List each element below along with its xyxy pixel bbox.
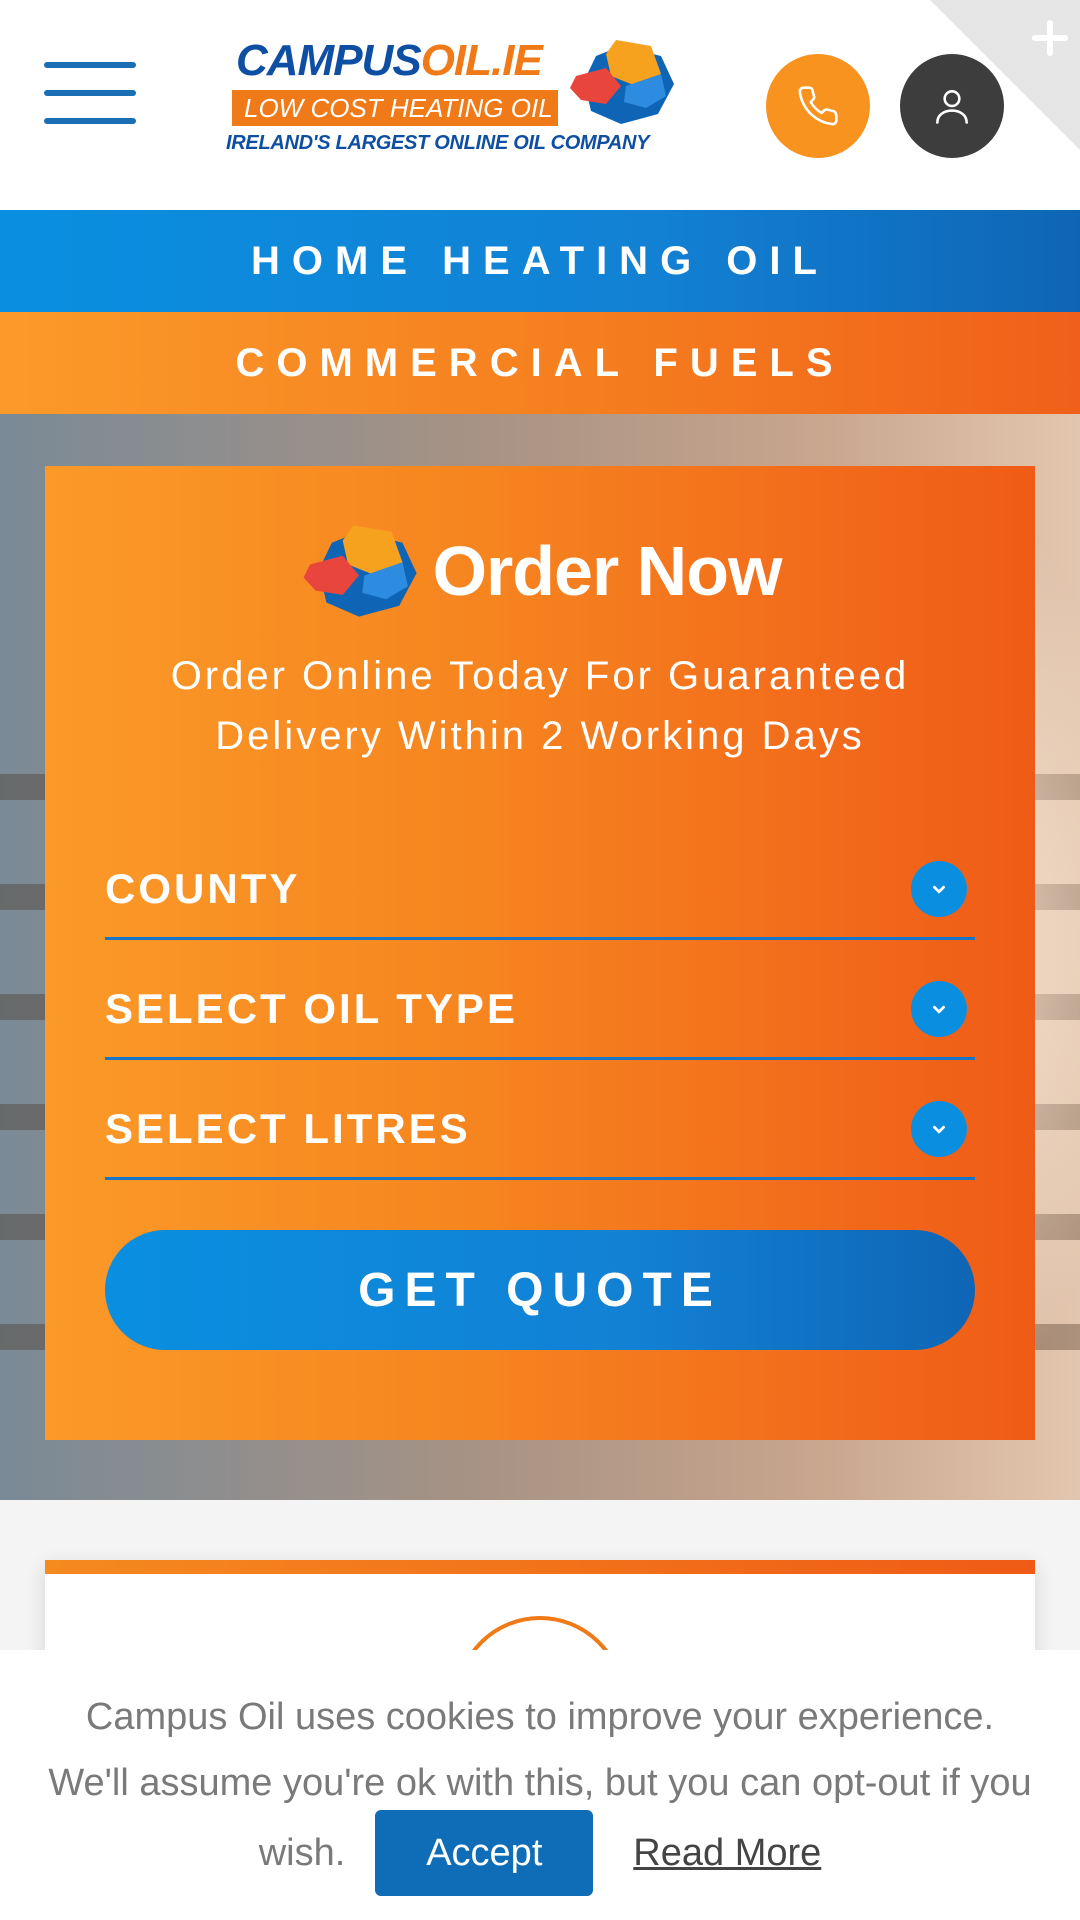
nav-commercial-fuels[interactable]: COMMERCIAL FUELS [0,312,1080,414]
chevron-down-icon [911,860,967,917]
logo-wordmark: CAMPUSOIL.IE [236,36,543,85]
cookie-message-end: wish. [258,1831,346,1874]
page: CAMPUSOIL.IE LOW COST HEATING OIL IRELAN… [0,0,1080,1920]
logo-mark-icon [303,525,417,617]
county-select[interactable]: COUNTY [105,840,975,940]
call-button[interactable] [766,54,870,158]
cookie-banner: Campus Oil uses cookies to improve your … [0,1650,1080,1920]
order-heading: Order Now [432,532,783,610]
cookie-message: Campus Oil uses cookies to improve your … [48,1696,1032,1804]
read-more-link[interactable]: Read More [633,1832,821,1875]
get-quote-button[interactable]: GET QUOTE [105,1230,975,1350]
logo-subline: IRELAND'S LARGEST ONLINE OIL COMPANY [226,132,650,154]
site-logo[interactable]: CAMPUSOIL.IE LOW COST HEATING OIL IRELAN… [226,36,674,166]
litres-label: SELECT LITRES [105,1104,471,1152]
chevron-down-icon [911,1100,967,1157]
logo-tagline: LOW COST HEATING OIL [232,90,558,126]
order-form-card: Order Now Order Online Today For Guarant… [45,466,1035,1440]
oil-type-select[interactable]: SELECT OIL TYPE [105,960,975,1060]
site-header: CAMPUSOIL.IE LOW COST HEATING OIL IRELAN… [0,0,1080,210]
litres-select[interactable]: SELECT LITRES [105,1080,975,1180]
oil-type-label: SELECT OIL TYPE [105,984,518,1032]
hamburger-icon [44,62,136,68]
menu-button[interactable] [44,62,136,126]
order-title: Order Now [45,516,1035,626]
nav-home-heating-oil[interactable]: HOME HEATING OIL [0,210,1080,312]
plus-icon[interactable] [930,0,1080,150]
accept-cookies-button[interactable]: Accept [375,1810,594,1896]
phone-icon [798,86,838,126]
chevron-down-icon [911,980,967,1037]
logo-mark-icon [570,40,674,124]
county-label: COUNTY [105,864,301,912]
order-subtitle: Order Online Today For Guaranteed Delive… [170,654,910,758]
